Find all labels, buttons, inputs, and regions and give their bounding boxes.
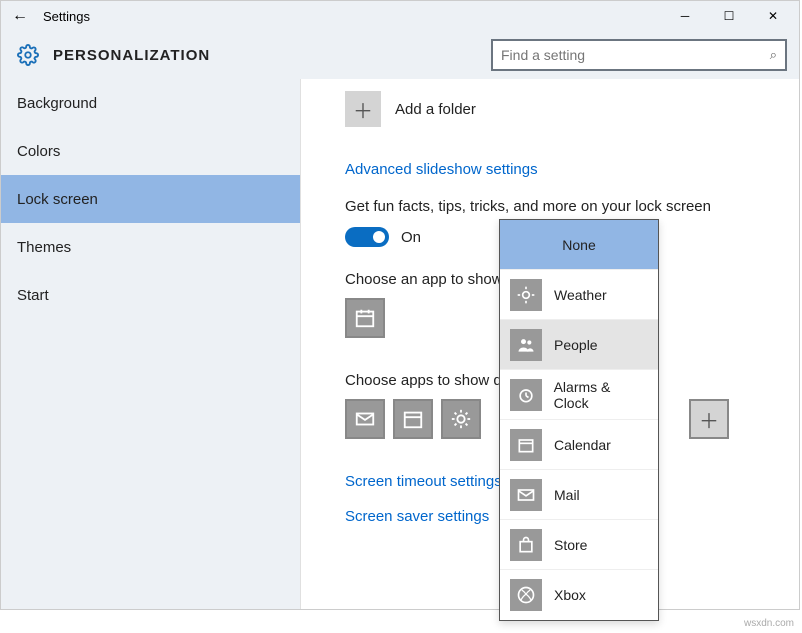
toggle-knob — [373, 231, 385, 243]
sun-icon — [450, 408, 472, 430]
popup-item-label: Xbox — [554, 587, 586, 603]
sidebar: Background Colors Lock screen Themes Sta… — [1, 79, 301, 609]
sidebar-item-background[interactable]: Background — [1, 79, 300, 127]
sidebar-item-themes[interactable]: Themes — [1, 223, 300, 271]
detail-app-slot[interactable] — [345, 298, 385, 338]
popup-item-mail[interactable]: Mail — [500, 470, 658, 520]
sun-icon — [510, 279, 542, 311]
maximize-button[interactable]: ☐ — [707, 2, 751, 30]
popup-item-label: Alarms & Clock — [554, 379, 648, 411]
add-folder-button[interactable]: ＋ Add a folder — [345, 91, 759, 127]
quick-app-slot-weather[interactable] — [441, 399, 481, 439]
minimize-button[interactable]: ─ — [663, 2, 707, 30]
popup-item-calendar[interactable]: Calendar — [500, 420, 658, 470]
advanced-slideshow-link[interactable]: Advanced slideshow settings — [345, 161, 759, 178]
popup-item-xbox[interactable]: Xbox — [500, 570, 658, 620]
search-box[interactable]: ⌕ — [491, 39, 787, 71]
plus-icon: ＋ — [345, 91, 381, 127]
titlebar: ← Settings ─ ☐ ✕ — [1, 1, 799, 31]
popup-item-people[interactable]: People — [500, 320, 658, 370]
popup-item-label: None — [562, 237, 595, 253]
mail-icon — [354, 408, 376, 430]
header: PERSONALIZATION ⌕ — [1, 31, 799, 79]
store-icon — [510, 529, 542, 561]
people-icon — [510, 329, 542, 361]
toggle-state: On — [401, 229, 421, 246]
add-folder-label: Add a folder — [395, 101, 476, 118]
popup-item-none[interactable]: None — [500, 220, 658, 270]
app-picker-popup: None Weather People Alarms & Clock Calen… — [499, 219, 659, 621]
sidebar-item-label: Background — [17, 95, 97, 112]
page-title: PERSONALIZATION — [53, 47, 491, 64]
gear-icon — [17, 44, 39, 66]
close-button[interactable]: ✕ — [751, 2, 795, 30]
popup-item-label: Calendar — [554, 437, 611, 453]
window-title: Settings — [35, 9, 663, 24]
clock-icon — [510, 379, 542, 411]
fun-facts-toggle[interactable] — [345, 227, 389, 247]
sidebar-item-start[interactable]: Start — [1, 271, 300, 319]
popup-item-label: Mail — [554, 487, 580, 503]
popup-item-store[interactable]: Store — [500, 520, 658, 570]
sidebar-item-colors[interactable]: Colors — [1, 127, 300, 175]
sidebar-item-lock-screen[interactable]: Lock screen — [1, 175, 300, 223]
sidebar-item-label: Lock screen — [17, 191, 98, 208]
quick-app-slot-mail[interactable] — [345, 399, 385, 439]
calendar-icon — [354, 307, 376, 329]
calendar-icon — [510, 429, 542, 461]
sidebar-item-label: Colors — [17, 143, 60, 160]
footer-watermark: wsxdn.com — [744, 618, 794, 629]
mail-icon — [510, 479, 542, 511]
sidebar-item-label: Themes — [17, 239, 71, 256]
search-input[interactable] — [501, 47, 770, 63]
quick-app-slot-calendar[interactable] — [393, 399, 433, 439]
back-button[interactable]: ← — [5, 7, 35, 25]
search-icon: ⌕ — [770, 47, 777, 63]
xbox-icon — [510, 579, 542, 611]
fun-facts-label: Get fun facts, tips, tricks, and more on… — [345, 198, 759, 215]
calendar-icon — [402, 408, 424, 430]
sidebar-item-label: Start — [17, 287, 49, 304]
popup-item-label: Store — [554, 537, 587, 553]
popup-item-weather[interactable]: Weather — [500, 270, 658, 320]
popup-item-label: People — [554, 337, 598, 353]
popup-item-alarms[interactable]: Alarms & Clock — [500, 370, 658, 420]
popup-item-label: Weather — [554, 287, 607, 303]
quick-app-add[interactable]: ＋ — [689, 399, 729, 439]
